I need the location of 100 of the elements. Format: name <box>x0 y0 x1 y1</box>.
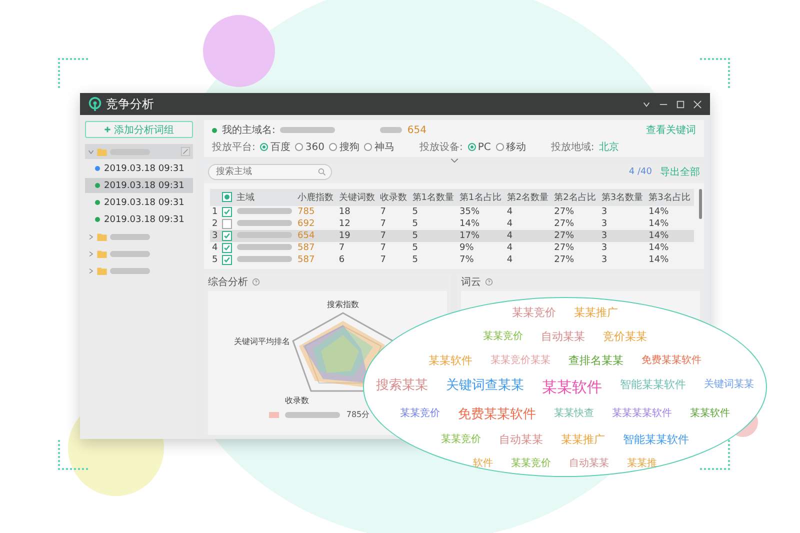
cloud-word: 免费某某软件 <box>458 406 536 424</box>
cloud-word: 智能某某软件 <box>620 378 686 393</box>
maximize-icon[interactable] <box>676 100 685 108</box>
column-header[interactable]: 第3名数量 <box>599 189 647 206</box>
cloud-word: 某某竞价 <box>511 456 551 470</box>
table-row[interactable]: 4 587 7 7 5 9% 4 27% 3 14% <box>210 242 694 254</box>
column-header[interactable]: 第2名数量 <box>504 189 552 206</box>
table-row[interactable]: 5 587 6 7 5 7% 4 27% 3 14% <box>210 254 694 266</box>
chevron-down-icon[interactable] <box>450 158 458 163</box>
row-checkbox[interactable] <box>222 230 232 241</box>
pin-logo-icon <box>88 97 102 111</box>
table-cell: 27% <box>552 218 600 230</box>
column-header[interactable]: 关键词数 <box>336 189 378 206</box>
help-icon[interactable] <box>252 278 260 286</box>
table-cell: 14% <box>646 242 694 254</box>
platform-radio[interactable]: 搜狗 <box>329 140 360 154</box>
search-icon <box>318 168 326 176</box>
platform-radio[interactable]: 百度 <box>260 140 290 154</box>
edit-icon[interactable] <box>181 147 190 156</box>
panel-title: 综合分析 <box>208 276 248 289</box>
help-icon[interactable] <box>485 278 493 286</box>
row-checkbox[interactable] <box>222 242 232 253</box>
table-row[interactable]: 3 654 19 7 5 17% 4 27% 3 14% <box>210 230 694 242</box>
column-header[interactable]: 第3名占比 <box>646 189 694 206</box>
table-cell: 19 <box>336 230 378 242</box>
cloud-word: 关键词某某 <box>704 378 754 392</box>
folder-icon <box>97 148 107 156</box>
snapshot-item[interactable]: 2019.03.18 09:31 <box>85 195 193 210</box>
dropdown-icon[interactable] <box>642 100 651 108</box>
table-row[interactable]: 1 785 18 7 5 35% 4 27% 3 14% <box>210 206 694 218</box>
snapshot-item[interactable]: 2019.03.18 09:31 <box>85 161 193 176</box>
device-label: 投放设备: <box>419 140 463 154</box>
column-header[interactable]: 主域 <box>234 189 296 206</box>
table-cell-text: 587 <box>296 254 316 266</box>
cloud-word: 关键词查某某 <box>446 378 524 395</box>
row-checkbox[interactable] <box>222 254 232 265</box>
table-cell: 7 <box>378 242 410 254</box>
snapshot-date: 2019.03.18 09:31 <box>104 180 184 190</box>
redacted-bar <box>236 244 292 250</box>
cloud-word: 自动某某 <box>541 330 585 344</box>
column-header[interactable]: 小鹿指数 <box>296 189 337 206</box>
platform-label: 投放平台: <box>212 140 256 154</box>
cloud-word: 自动某某 <box>569 456 609 470</box>
table-cell: 4 <box>504 218 552 230</box>
close-icon[interactable] <box>693 100 702 108</box>
caret-icon <box>88 234 94 240</box>
cloud-word: 查排名某某 <box>568 354 624 368</box>
platform-radio[interactable]: 神马 <box>364 140 394 154</box>
cloud-word: 某某软件 <box>690 406 730 421</box>
column-header[interactable]: 第1名数量 <box>410 189 458 206</box>
table-cell-text: 5 <box>411 254 419 266</box>
cloud-word: 某某竞价 <box>441 433 481 448</box>
header-checkbox[interactable] <box>222 192 232 202</box>
table-cell: 4 <box>504 242 552 254</box>
row-checkbox[interactable] <box>222 206 232 217</box>
device-radio[interactable]: PC <box>468 142 491 152</box>
cloud-word: 搜索某某 <box>376 378 428 395</box>
table-cell-text: 3 <box>600 254 608 266</box>
scrollbar[interactable] <box>699 189 702 219</box>
cloud-word: 某某推广 <box>574 306 618 320</box>
table-cell: 654 <box>296 230 337 242</box>
cloud-word: 某某推 <box>627 456 657 470</box>
table-cell: 3 <box>599 218 647 230</box>
redacted-bar <box>236 208 292 214</box>
redacted-bar <box>110 268 150 274</box>
table-cell: 7 <box>378 206 410 218</box>
row-number: 4 <box>210 242 220 254</box>
platform-radio[interactable]: 360 <box>295 142 324 152</box>
column-header[interactable]: 收录数 <box>378 189 410 206</box>
cloud-word: 竞价某某 <box>603 330 647 344</box>
search-field[interactable]: 搜索主域 <box>208 164 332 180</box>
cloud-word: 某某软件 <box>428 354 472 368</box>
cloud-word: 某某推广 <box>561 433 605 448</box>
plus-icon <box>104 126 111 133</box>
table-cell: 785 <box>296 206 337 218</box>
window-title: 竞争分析 <box>106 96 154 112</box>
snapshot-item[interactable]: 2019.03.18 09:31 <box>85 212 193 227</box>
domain-label: 我的主域名: <box>222 124 276 137</box>
table-row[interactable]: 2 692 12 7 5 14% 4 27% 3 14% <box>210 218 694 230</box>
column-header[interactable]: 第1名占比 <box>458 189 505 206</box>
device-radio[interactable]: 移动 <box>496 140 526 154</box>
redacted-bar <box>380 127 402 133</box>
panel-title: 词云 <box>461 276 481 289</box>
table-cell-text: 7 <box>379 254 387 266</box>
region-label: 投放地域: <box>550 140 594 154</box>
cloud-word: 智能某某软件 <box>623 433 689 448</box>
row-number: 2 <box>210 218 220 230</box>
redacted-bar <box>110 250 150 256</box>
cloud-word: 某某竞价 <box>512 306 556 320</box>
redacted-bar <box>110 234 150 240</box>
row-number: 5 <box>211 254 219 266</box>
table-cell: 27% <box>552 230 600 242</box>
legend-swatch <box>269 412 280 418</box>
row-checkbox[interactable] <box>222 218 232 229</box>
selection-count: 4 /40 <box>628 167 652 177</box>
column-header[interactable]: 第2名占比 <box>552 189 600 206</box>
table-cell: 5 <box>410 242 458 254</box>
caret-icon <box>88 148 94 154</box>
snapshot-item[interactable]: 2019.03.18 09:31 <box>85 178 193 193</box>
row-number: 3 <box>210 230 220 242</box>
